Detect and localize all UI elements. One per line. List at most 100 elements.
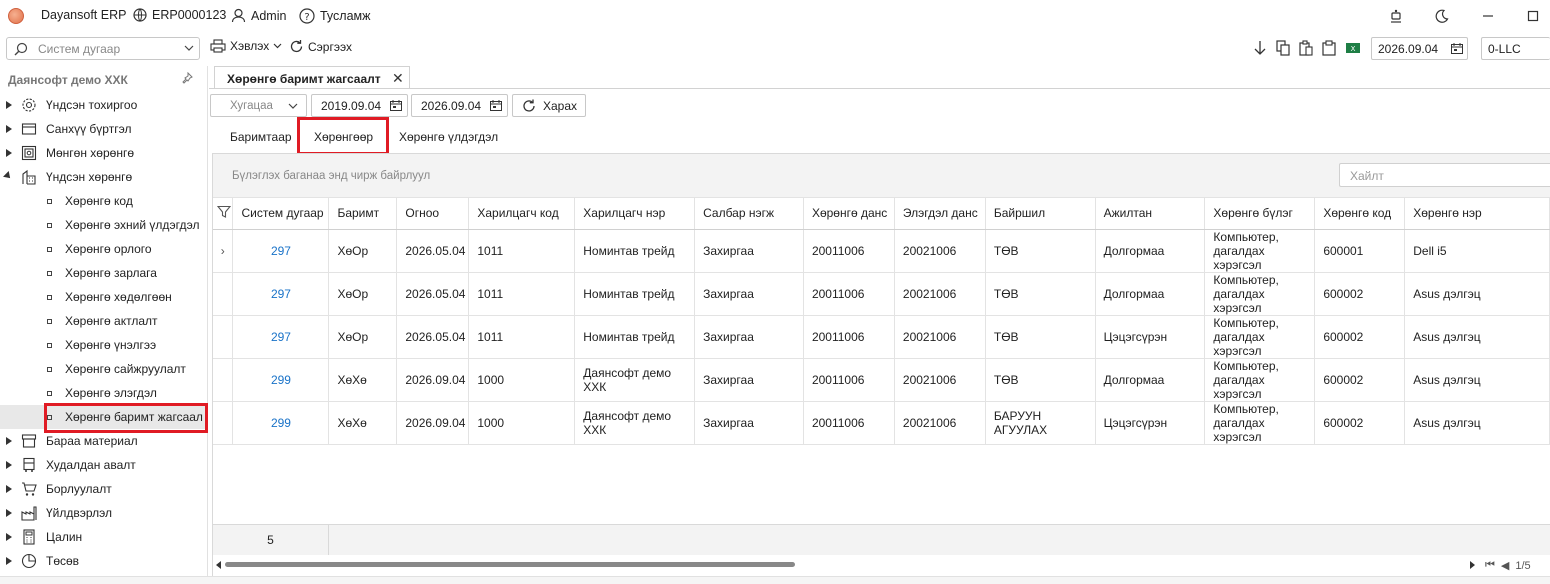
system-number-link[interactable]: 299 <box>232 358 330 402</box>
sidebar-item-payroll[interactable]: Цалин <box>0 525 208 549</box>
sidebar-subitem-depreciation[interactable]: Хөрөнгө элэгдэл <box>0 381 208 405</box>
sidebar-item-inventory[interactable]: Бараа материал <box>0 429 208 453</box>
expand-arrow-icon[interactable] <box>6 437 12 445</box>
sidebar-item-purchase[interactable]: Худалдан авалт <box>0 453 208 477</box>
expand-arrow-icon[interactable] <box>6 557 12 565</box>
filter-icon[interactable] <box>213 198 234 230</box>
user-menu[interactable]: Admin <box>231 8 286 23</box>
table-cell: ТӨВ <box>985 315 1096 359</box>
sidebar-item-sales[interactable]: Борлуулалт <box>0 477 208 501</box>
tab-asset-document-list[interactable]: Хөрөнгө баримт жагсаалт ✕ <box>214 66 410 89</box>
table-row[interactable]: › 297 ХөОр 2026.05.04 1011 Номинтав трейд Захи… <box>213 229 1550 273</box>
clipboard-icon[interactable] <box>1321 40 1337 56</box>
maximize-icon[interactable] <box>1523 6 1543 26</box>
system-number-search[interactable]: Систем дугаар <box>6 37 200 60</box>
column-header[interactable]: Баримт <box>328 198 398 230</box>
sort-down-icon[interactable] <box>1252 40 1268 56</box>
column-header[interactable]: Систем дугаар <box>232 198 330 230</box>
minimize-icon[interactable] <box>1478 6 1498 26</box>
row-selector[interactable] <box>213 358 234 402</box>
group-panel[interactable]: Бүлэглэх баганаа энд чирж байрлуул Хайлт <box>213 154 1550 198</box>
system-number-link[interactable]: 297 <box>232 272 330 316</box>
help-button[interactable]: ? Тусламж <box>299 8 371 24</box>
row-selector[interactable] <box>213 401 234 445</box>
subtab-by-document[interactable]: Баримтаар <box>230 130 292 144</box>
scroll-left-icon[interactable] <box>216 561 221 569</box>
sidebar-subitem-opening-balance[interactable]: Хөрөнгө эхний үлдэгдэл <box>0 213 208 237</box>
db-selector[interactable]: ERP0000123 <box>133 8 226 22</box>
date-to-picker[interactable]: 2026.09.04 <box>411 94 508 117</box>
table-cell: 1011 <box>468 272 576 316</box>
sidebar-subitem-valuation[interactable]: Хөрөнгө үнэлгээ <box>0 333 208 357</box>
system-number-link[interactable]: 297 <box>232 315 330 359</box>
expand-arrow-icon[interactable] <box>6 125 12 133</box>
work-date-picker[interactable]: 2026.09.04 <box>1371 37 1468 60</box>
subtab-asset-balance[interactable]: Хөрөнгө үлдэгдэл <box>399 130 498 144</box>
expand-arrow-icon[interactable] <box>6 461 12 469</box>
app-name: Dayansoft ERP <box>41 8 127 22</box>
collapse-arrow-icon[interactable] <box>3 171 13 181</box>
sidebar-subitem-asset-code[interactable]: Хөрөнгө код <box>0 189 208 213</box>
row-indicator-icon[interactable]: › <box>213 229 234 273</box>
table-row[interactable]: 299 ХөХө 2026.09.04 1000 Даянсофт демо ХХК За… <box>213 401 1550 445</box>
sidebar-subitem-writeoff[interactable]: Хөрөнгө актлалт <box>0 309 208 333</box>
view-button[interactable]: Харах <box>512 94 586 117</box>
table-row[interactable]: 297 ХөОр 2026.05.04 1011 Номинтав трейд Захир… <box>213 272 1550 316</box>
sidebar-item-production[interactable]: Үйлдвэрлэл <box>0 501 208 525</box>
column-header[interactable]: Харилцагч нэр <box>574 198 696 230</box>
paste-icon[interactable] <box>1298 40 1314 56</box>
scroll-thumb[interactable] <box>225 562 795 567</box>
table-row[interactable]: 297 ХөОр 2026.05.04 1011 Номинтав трейд Захир… <box>213 315 1550 359</box>
sidebar-item-budget[interactable]: Төсөв <box>0 549 208 573</box>
row-selector[interactable] <box>213 272 234 316</box>
system-number-link[interactable]: 299 <box>232 401 330 445</box>
column-header[interactable]: Харилцагч код <box>468 198 576 230</box>
column-header[interactable]: Хөрөнгө код <box>1314 198 1406 230</box>
column-header[interactable]: Ажилтан <box>1095 198 1206 230</box>
sidebar-item-accounting[interactable]: Санхүү бүртгэл <box>0 117 208 141</box>
sidebar-item-settings[interactable]: Үндсэн тохиргоо <box>0 93 208 117</box>
column-header[interactable]: Салбар нэгж <box>694 198 804 230</box>
period-select[interactable]: Хугацаа <box>210 94 307 117</box>
column-header[interactable]: Хөрөнгө бүлэг <box>1204 198 1316 230</box>
column-header[interactable]: Хөрөнгө данс <box>803 198 895 230</box>
date-from-picker[interactable]: 2019.09.04 <box>311 94 408 117</box>
sidebar-item-cash[interactable]: Мөнгөн хөрөнгө <box>0 141 208 165</box>
close-icon[interactable]: ✕ <box>392 70 404 87</box>
expand-arrow-icon[interactable] <box>6 533 12 541</box>
column-header[interactable]: Элэгдэл данс <box>894 198 986 230</box>
row-selector[interactable] <box>213 315 234 359</box>
company-selector[interactable]: 0-LLC <box>1481 37 1550 60</box>
excel-icon[interactable]: X <box>1345 40 1361 56</box>
column-header[interactable]: Огноо <box>396 198 470 230</box>
table-cell: 2026.05.04 <box>396 229 470 273</box>
system-number-link[interactable]: 297 <box>232 229 330 273</box>
sidebar-item-fixed-assets[interactable]: Үндсэн хөрөнгө <box>0 165 208 189</box>
scroll-right-icon[interactable] <box>1470 561 1475 569</box>
pin-icon[interactable] <box>181 72 193 84</box>
grid-search-input[interactable]: Хайлт <box>1339 163 1550 187</box>
table-row[interactable]: 299 ХөХө 2026.09.04 1000 Даянсофт демо ХХК За… <box>213 358 1550 402</box>
table-cell: Захиргаа <box>694 272 804 316</box>
expand-arrow-icon[interactable] <box>6 101 12 109</box>
horizontal-scrollbar[interactable]: ⏮ ◀ 1/5 <box>213 555 1550 577</box>
table-cell: ХөХө <box>328 358 398 402</box>
refresh-button[interactable]: Сэргээх <box>289 39 352 54</box>
sidebar-subitem-improvement[interactable]: Хөрөнгө сайжруулалт <box>0 357 208 381</box>
money-icon <box>21 145 37 161</box>
column-header[interactable]: Хөрөнгө нэр <box>1404 198 1550 230</box>
column-header[interactable]: Байршил <box>985 198 1096 230</box>
expand-arrow-icon[interactable] <box>6 509 12 517</box>
copy-icon[interactable] <box>1275 40 1291 56</box>
prev-page-icon[interactable]: ◀ <box>1501 559 1509 572</box>
first-page-icon[interactable]: ⏮ <box>1485 559 1495 572</box>
moon-icon[interactable] <box>1432 6 1452 26</box>
sidebar-subitem-income[interactable]: Хөрөнгө орлого <box>0 237 208 261</box>
sidebar-subitem-movement[interactable]: Хөрөнгө хөдөлгөөн <box>0 285 208 309</box>
sidebar-subitem-expense[interactable]: Хөрөнгө зарлага <box>0 261 208 285</box>
print-button[interactable]: Хэвлэх <box>210 39 282 53</box>
robot-icon[interactable] <box>1386 6 1406 26</box>
expand-arrow-icon[interactable] <box>6 485 12 493</box>
expand-arrow-icon[interactable] <box>6 149 12 157</box>
status-bar <box>0 576 1550 584</box>
